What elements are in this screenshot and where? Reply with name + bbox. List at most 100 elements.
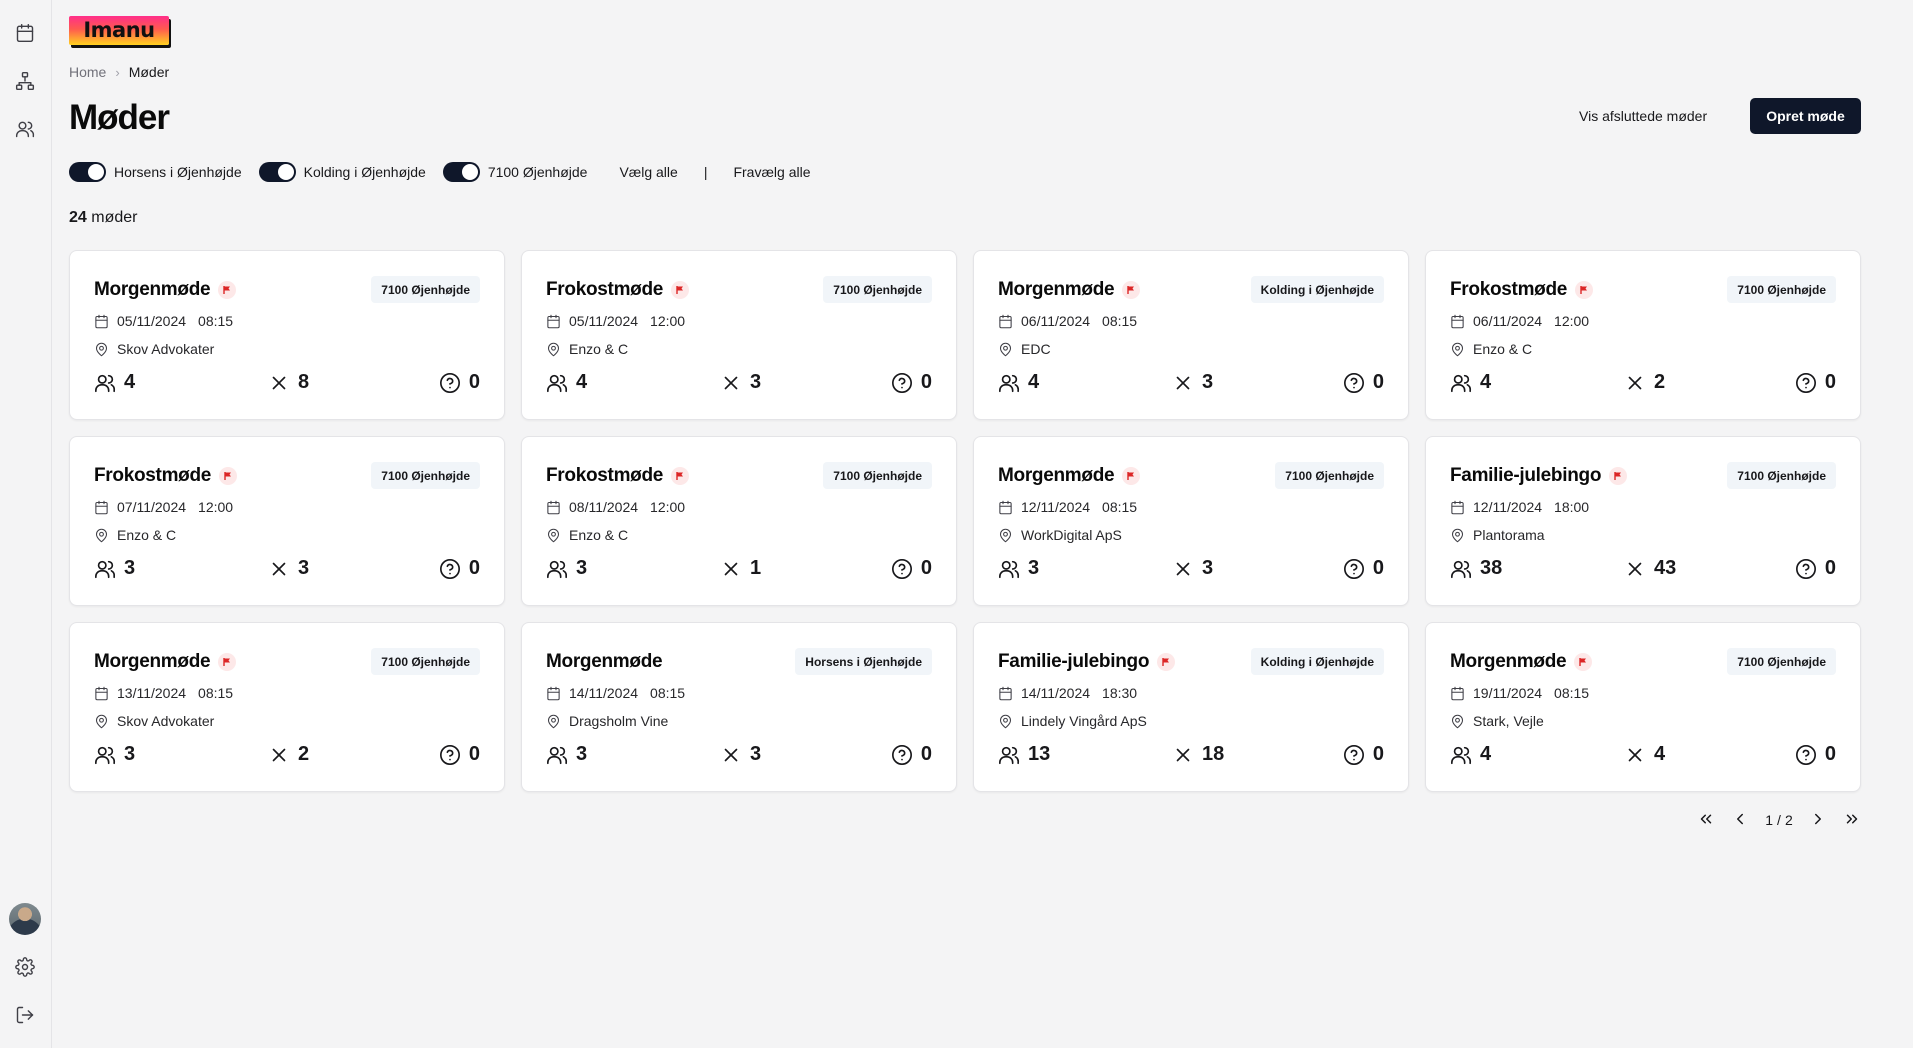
prev-page-icon[interactable] [1731, 810, 1749, 831]
users-icon [547, 746, 567, 764]
close-icon [1628, 748, 1642, 761]
filter-divider: | [703, 164, 708, 180]
declined-stat: 4 [1624, 743, 1665, 766]
card-title-row: Frokostmøde [94, 465, 238, 487]
users-icon [1451, 746, 1471, 764]
avatar[interactable] [9, 903, 41, 935]
card-title-row: Frokostmøde [546, 279, 690, 301]
declined-count: 3 [298, 557, 310, 579]
meeting-title: Morgenmøde [94, 651, 211, 672]
meeting-count: 24 møder [69, 209, 137, 227]
org-chart-icon[interactable] [14, 70, 36, 92]
close-icon [724, 562, 738, 575]
unknown-count: 0 [1824, 743, 1836, 765]
deselect-all-button[interactable]: Fravælg alle [733, 164, 810, 180]
group-badge: 7100 Øjenhøjde [1727, 648, 1836, 675]
declined-stat: 3 [1172, 557, 1213, 580]
card-title-row: Morgenmøde [94, 651, 237, 673]
declined-stat: 3 [720, 371, 761, 394]
declined-stat: 3 [720, 743, 761, 766]
meeting-time: 08:15 [1102, 313, 1138, 329]
meeting-time: 12:00 [650, 499, 686, 515]
meeting-location: Dragsholm Vine [569, 713, 669, 729]
select-all-button[interactable]: Vælg alle [619, 164, 677, 180]
meeting-location-row: EDC [998, 341, 1051, 357]
users-icon[interactable] [14, 118, 36, 140]
declined-stat: 3 [268, 557, 309, 580]
group-badge: 7100 Øjenhøjde [1727, 462, 1836, 489]
meeting-date: 05/11/2024 [117, 313, 187, 329]
meeting-card[interactable]: Morgenmøde 7100 Øjenhøjde 13/11/2024 08:… [69, 622, 505, 792]
filter-horsens[interactable]: Horsens i Øjenhøjde [69, 162, 242, 182]
next-page-icon[interactable] [1809, 810, 1827, 831]
meeting-time: 18:00 [1554, 499, 1590, 515]
create-meeting-button[interactable]: Opret møde [1750, 98, 1861, 134]
first-page-icon[interactable] [1697, 810, 1715, 831]
calendar-icon[interactable] [14, 22, 36, 44]
meeting-location: WorkDigital ApS [1021, 527, 1122, 543]
flag-icon [671, 281, 690, 299]
attendees-count: 4 [124, 371, 136, 393]
logo-text: Imanu [83, 18, 155, 42]
meeting-title: Frokostmøde [1450, 279, 1568, 300]
group-filters: Horsens i Øjenhøjde Kolding i Øjenhøjde … [69, 160, 811, 184]
breadcrumb-home[interactable]: Home [69, 64, 106, 80]
meeting-card[interactable]: Familie-julebingo 7100 Øjenhøjde 12/11/2… [1425, 436, 1861, 606]
meeting-card[interactable]: Frokostmøde 7100 Øjenhøjde 06/11/2024 12… [1425, 250, 1861, 420]
app-logo[interactable]: Imanu [69, 16, 169, 45]
meeting-card[interactable]: Morgenmøde 7100 Øjenhøjde 12/11/2024 08:… [973, 436, 1409, 606]
calendar-icon [547, 686, 560, 700]
meeting-location: Lindely Vingård ApS [1021, 713, 1147, 729]
question-icon [891, 372, 912, 393]
unknown-stat: 0 [891, 743, 932, 766]
unknown-count: 0 [920, 743, 932, 765]
meeting-location: Enzo & C [117, 527, 177, 543]
group-badge: 7100 Øjenhøjde [1275, 462, 1384, 489]
meeting-card[interactable]: Frokostmøde 7100 Øjenhøjde 08/11/2024 12… [521, 436, 957, 606]
attendees-count: 38 [1480, 557, 1503, 579]
meeting-card[interactable]: Morgenmøde 7100 Øjenhøjde 19/11/2024 08:… [1425, 622, 1861, 792]
card-title-row: Frokostmøde [1450, 279, 1594, 301]
unknown-stat: 0 [439, 557, 480, 580]
gear-icon[interactable] [14, 956, 36, 978]
question-icon [891, 558, 912, 579]
meeting-time: 12:00 [650, 313, 686, 329]
question-icon [439, 558, 460, 579]
page-separator: / [1777, 812, 1781, 828]
meeting-card[interactable]: Morgenmøde Kolding i Øjenhøjde 06/11/202… [973, 250, 1409, 420]
calendar-icon [547, 500, 560, 514]
attendees-count: 3 [1028, 557, 1040, 579]
show-finished-button[interactable]: Vis afsluttede møder [1567, 98, 1719, 134]
attendees-count: 3 [124, 743, 136, 765]
meeting-date: 06/11/2024 [1473, 313, 1543, 329]
sidebar [0, 0, 52, 1048]
users-icon [547, 374, 567, 392]
filter-kolding[interactable]: Kolding i Øjenhøjde [258, 162, 426, 182]
filter-7100[interactable]: 7100 Øjenhøjde [442, 162, 587, 182]
calendar-icon [547, 314, 560, 328]
toggle-switch[interactable] [442, 162, 480, 182]
meeting-card[interactable]: Familie-julebingo Kolding i Øjenhøjde 14… [973, 622, 1409, 792]
last-page-icon[interactable] [1843, 810, 1861, 831]
meeting-card[interactable]: Frokostmøde 7100 Øjenhøjde 07/11/2024 12… [69, 436, 505, 606]
meeting-date-row: 07/11/2024 12:00 [94, 499, 233, 515]
attendees-stat: 3 [998, 557, 1039, 580]
meeting-time: 08:15 [1102, 499, 1138, 515]
users-icon [999, 560, 1019, 578]
filter-label: Kolding i Øjenhøjde [303, 164, 426, 180]
meeting-date-row: 05/11/2024 08:15 [94, 313, 233, 329]
meeting-card[interactable]: Morgenmøde Horsens i Øjenhøjde 14/11/202… [521, 622, 957, 792]
meeting-card[interactable]: Frokostmøde 7100 Øjenhøjde 05/11/2024 12… [521, 250, 957, 420]
toggle-switch[interactable] [69, 162, 106, 182]
attendees-stat: 3 [546, 743, 587, 766]
logout-icon[interactable] [14, 1004, 36, 1026]
flag-icon [219, 467, 238, 485]
unknown-count: 0 [468, 371, 480, 393]
calendar-icon [999, 314, 1012, 328]
unknown-stat: 0 [439, 743, 480, 766]
toggle-switch[interactable] [258, 162, 296, 182]
meeting-card[interactable]: Morgenmøde 7100 Øjenhøjde 05/11/2024 08:… [69, 250, 505, 420]
meeting-date-row: 12/11/2024 18:00 [1450, 499, 1589, 515]
meeting-date: 07/11/2024 [117, 499, 187, 515]
meeting-date-row: 13/11/2024 08:15 [94, 685, 233, 701]
